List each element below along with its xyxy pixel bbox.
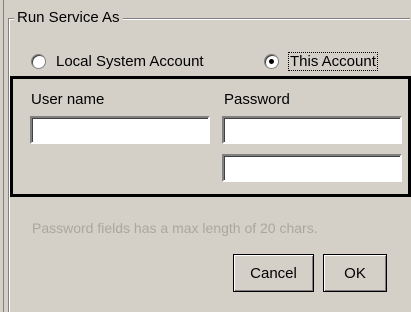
cancel-button[interactable]: Cancel — [233, 254, 314, 292]
password-label: Password — [224, 91, 290, 108]
password-length-hint: Password fields has a max length of 20 c… — [32, 220, 318, 236]
radio-this-account-label: This Account — [288, 51, 378, 71]
confirm-password-input[interactable] — [222, 154, 402, 182]
username-input[interactable] — [30, 116, 210, 144]
username-label: User name — [31, 91, 105, 108]
groupbox-title: Run Service As — [14, 8, 123, 28]
radio-this-account[interactable]: This Account — [264, 50, 378, 72]
radio-local-system-account-label: Local System Account — [56, 52, 204, 70]
radio-local-system-account[interactable]: Local System Account — [31, 50, 204, 72]
radio-button-checked-icon[interactable] — [264, 53, 279, 69]
ok-button[interactable]: OK — [323, 254, 387, 292]
radio-button-unchecked-icon[interactable] — [31, 53, 46, 69]
password-input[interactable] — [222, 116, 402, 144]
dialog-left-edge — [3, 0, 4, 312]
